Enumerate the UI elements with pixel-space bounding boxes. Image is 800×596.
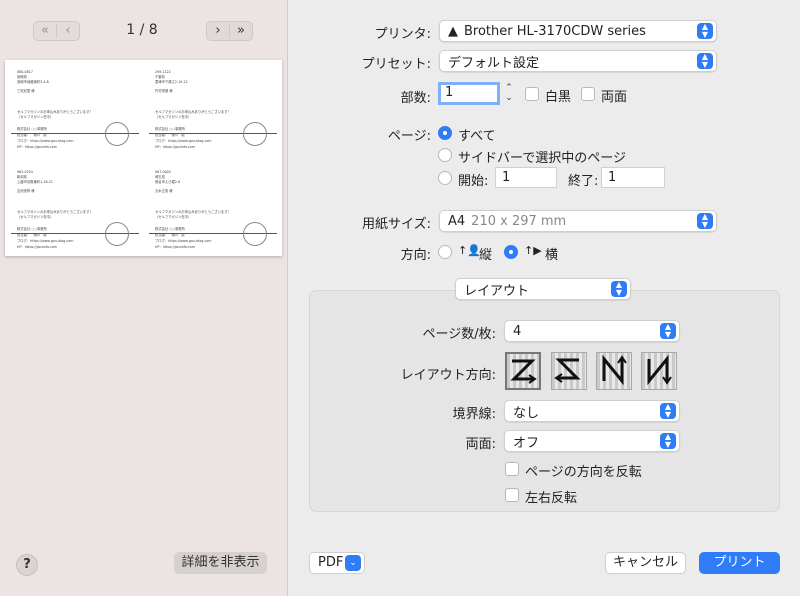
section-select[interactable]: レイアウト ▲ ▼ — [455, 278, 631, 300]
chevron-updown-icon: ▲ ▼ — [697, 213, 713, 229]
pages-per-sheet-select[interactable]: 4 ▲ ▼ — [504, 320, 680, 342]
pages-label: ページ: — [387, 129, 431, 144]
chevron-updown-icon: ▲ ▼ — [660, 323, 676, 339]
layout-direction-s[interactable] — [551, 352, 587, 390]
copies-label: 部数: — [400, 91, 431, 106]
chevron-updown-icon: ▲ ▼ — [660, 433, 676, 449]
stamp-icon — [243, 222, 267, 246]
layout-direction-n[interactable] — [596, 352, 632, 390]
hide-details-button[interactable]: 詳細を非表示 — [174, 552, 267, 574]
duplex-label: 両面 — [601, 90, 628, 105]
orientation-label: 方向: — [400, 248, 431, 263]
paper-size-label: 用紙サイズ: — [362, 217, 431, 232]
landscape-label: 横 — [545, 248, 559, 263]
help-button[interactable]: ? — [16, 554, 38, 576]
pages-from-label: 開始: — [458, 174, 489, 189]
chevron-updown-icon: ▲ ▼ — [660, 403, 676, 419]
copies-field[interactable]: 1 — [438, 82, 500, 105]
paper-size-select[interactable]: A4 210 x 297 mm ▲ ▼ — [439, 210, 717, 232]
page-preview: 880-0817 宮崎県 宮崎市地蔵南町3-4-8 三宅紀雪 様 セルフマガジン… — [5, 60, 282, 256]
pages-sidebar-radio[interactable] — [438, 148, 452, 162]
reverse-orientation-checkbox[interactable] — [505, 462, 519, 476]
label-card: 962-0254 新潟県 上越市清陽東町1-16-21 吉池亮昇 様 セルフマガ… — [5, 160, 139, 252]
border-select[interactable]: なし ▲ ▼ — [504, 400, 680, 422]
layout-direction-label: レイアウト方向: — [400, 368, 496, 383]
duplex-checkbox[interactable] — [581, 87, 595, 101]
reverse-orientation-label: ページの方向を反転 — [525, 465, 642, 480]
next-page-icon[interactable]: › — [207, 22, 229, 40]
printer-label: プリンタ: — [374, 27, 431, 42]
layout-direction-z[interactable] — [505, 352, 541, 390]
flip-horizontal-label: 左右反転 — [525, 491, 578, 506]
pages-sidebar-label: サイドバーで選択中のページ — [458, 151, 626, 166]
bw-label: 白黒 — [545, 90, 572, 105]
stamp-icon — [105, 222, 129, 246]
pages-from-field[interactable]: 1 — [495, 167, 557, 188]
pages-range-radio[interactable] — [438, 171, 452, 185]
layout-direction-n-reversed[interactable] — [641, 352, 677, 390]
pages-to-label: 終了: — [568, 174, 599, 189]
preset-select[interactable]: デフォルト設定 ▲ ▼ — [439, 50, 717, 72]
cancel-button[interactable]: キャンセル — [605, 552, 686, 574]
label-card: 880-0817 宮崎県 宮崎市地蔵南町3-4-8 三宅紀雪 様 セルフマガジン… — [5, 60, 139, 152]
first-prev-buttons: « ‹ — [33, 21, 80, 41]
first-page-icon[interactable]: « — [34, 22, 56, 40]
pages-per-sheet-label: ページ数/枚: — [422, 327, 497, 342]
page-indicator: 1 / 8 — [126, 22, 158, 38]
pages-to-field[interactable]: 1 — [601, 167, 665, 188]
pages-all-radio[interactable] — [438, 126, 452, 140]
printer-select[interactable]: ▲ Brother HL-3170CDW series ▲ ▼ — [439, 20, 717, 42]
portrait-label: 縦 — [479, 248, 493, 263]
chevron-down-icon: ⌄ — [345, 555, 361, 571]
two-sided-label: 両面: — [465, 437, 496, 452]
border-label: 境界線: — [452, 407, 496, 422]
print-button[interactable]: プリント — [699, 552, 780, 574]
chevron-updown-icon: ▲ ▼ — [697, 53, 713, 69]
pdf-button[interactable]: PDF ⌄ — [309, 552, 365, 574]
preview-pane: « ‹ 1 / 8 › » 880-0817 宮崎県 宮崎市地蔵南町3-4-8 … — [0, 0, 288, 596]
warning-icon: ▲ — [448, 23, 458, 39]
orientation-portrait-radio[interactable] — [438, 245, 452, 259]
pages-all-label: すべて — [458, 129, 496, 144]
orientation-landscape-radio[interactable] — [504, 245, 518, 259]
two-sided-select[interactable]: オフ ▲ ▼ — [504, 430, 680, 452]
preset-label: プリセット: — [361, 57, 431, 72]
flip-horizontal-checkbox[interactable] — [505, 488, 519, 502]
settings-pane: プリンタ: ▲ Brother HL-3170CDW series ▲ ▼ プリセ… — [289, 0, 800, 596]
next-last-buttons: › » — [206, 21, 253, 41]
last-page-icon[interactable]: » — [230, 22, 252, 40]
chevron-updown-icon: ▲ ▼ — [697, 23, 713, 39]
label-card: 299-1122 千葉県 君津市下湯江2-19-22 竹村栄健 様 セルフマガジ… — [143, 60, 277, 152]
chevron-updown-icon: ▲ ▼ — [611, 281, 627, 297]
landscape-icon: ↑▶ — [524, 244, 542, 257]
copies-stepper[interactable]: ⌃ ⌄ — [503, 83, 515, 105]
prev-page-icon[interactable]: ‹ — [57, 22, 79, 40]
portrait-icon: ↑👤 — [458, 244, 481, 257]
stamp-icon — [243, 122, 267, 146]
label-card: 067-0005 埼玉県 熊谷市えび堀2-8 元木正恵 様 セルフマガジンのお申… — [143, 160, 277, 252]
bw-checkbox[interactable] — [525, 87, 539, 101]
stamp-icon — [105, 122, 129, 146]
